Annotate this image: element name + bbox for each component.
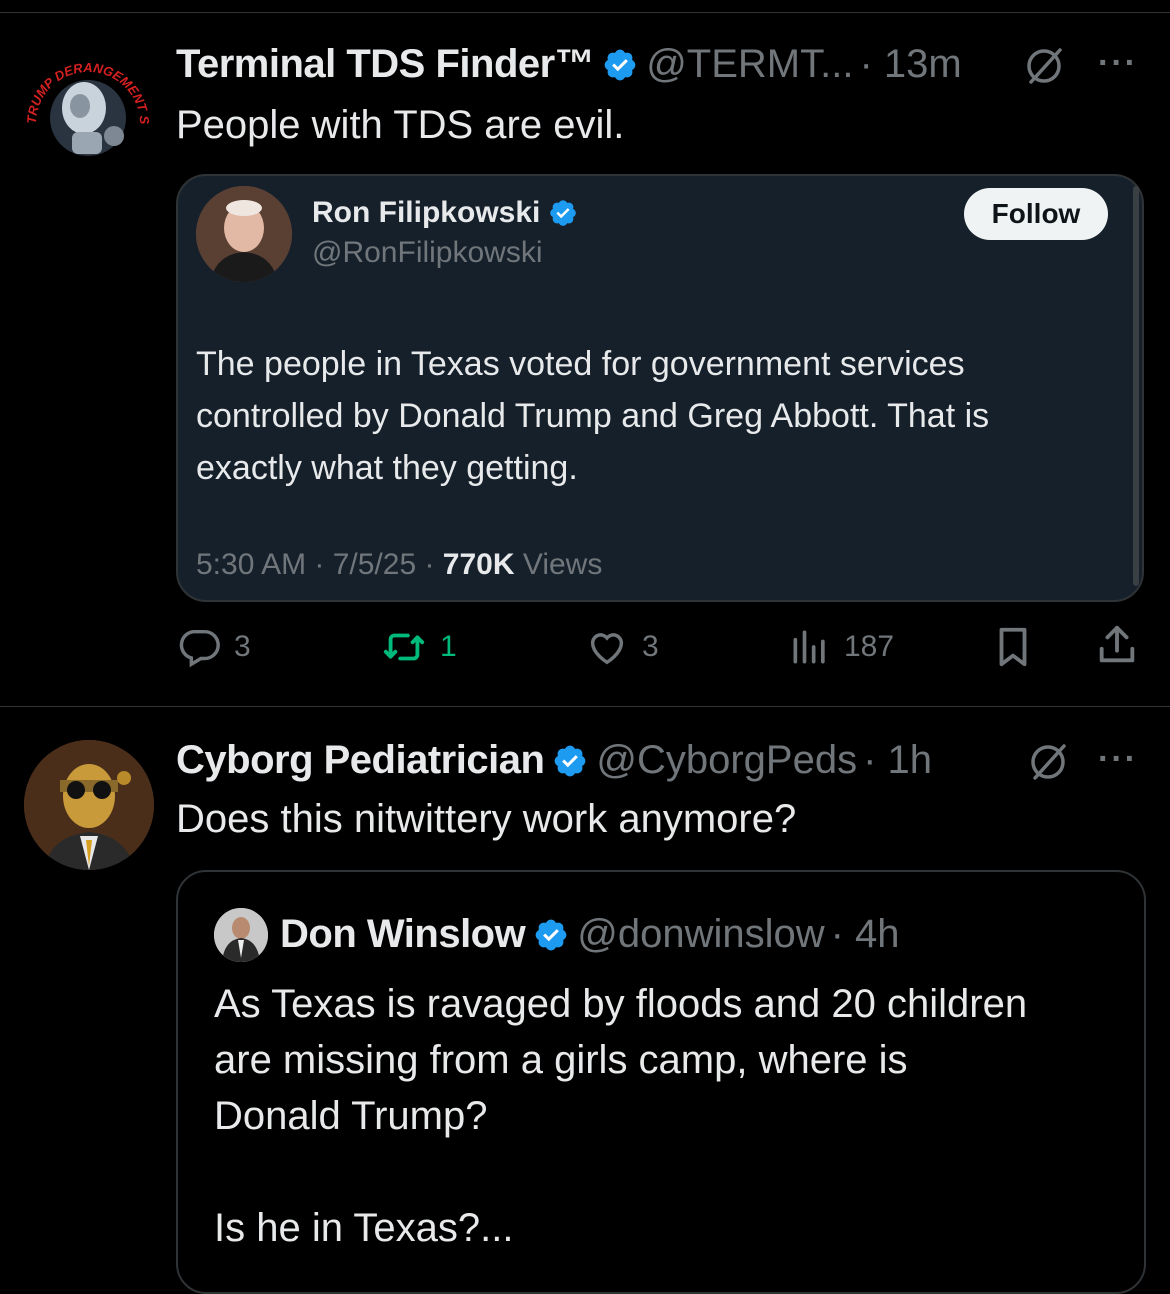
author-handle[interactable]: @TERMT... [646, 40, 853, 88]
quoted-text-more: Is he in Texas?... [214, 1206, 514, 1250]
quoted-author-handle[interactable]: @donwinslow [577, 910, 824, 958]
quoted-author-avatar[interactable] [196, 186, 292, 282]
quoted-author-row: Ron Filipkowski [312, 196, 578, 230]
views-count: 187 [844, 630, 895, 663]
quoted-author-avatar[interactable] [214, 908, 268, 962]
quoted-post-meta: 5:30 AM · 7/5/25 · 770K Views [196, 548, 602, 582]
post-divider [0, 706, 1170, 707]
repost-button[interactable]: 1 [380, 624, 457, 670]
quoted-text-line: As Texas is ravaged by floods and 20 chi… [214, 982, 1028, 1026]
post-header: Cyborg Pediatrician @CyborgPeds · 1h [176, 736, 932, 784]
author-avatar[interactable]: TRUMP DERANGEMENT SYNDROME [22, 46, 154, 178]
cyborg-avatar-image [24, 740, 154, 870]
quoted-views-count: 770K [442, 548, 515, 581]
more-icon[interactable]: ··· [1098, 44, 1138, 83]
quoted-author-name[interactable]: Ron Filipkowski [312, 196, 540, 230]
quoted-text-line: controlled by Donald Trump and Greg Abbo… [196, 397, 990, 435]
repost-icon [380, 624, 428, 670]
like-button[interactable]: 3 [584, 624, 659, 670]
verified-badge-icon [548, 198, 578, 228]
quoted-views-label: Views [514, 548, 603, 581]
tds-logo-image: TRUMP DERANGEMENT SYNDROME [22, 46, 152, 156]
scroll-edge [1133, 186, 1139, 586]
quoted-text-line: exactly what they getting. [196, 449, 578, 487]
follow-button[interactable]: Follow [964, 188, 1108, 240]
quoted-author-handle[interactable]: @RonFilipkowski [312, 236, 543, 270]
top-divider [0, 12, 1170, 13]
reply-count: 3 [234, 630, 251, 663]
like-icon [584, 624, 630, 670]
verified-badge-icon [533, 916, 569, 952]
post-text: People with TDS are evil. [176, 103, 625, 147]
share-icon[interactable] [1094, 622, 1140, 673]
quoted-post-text: As Texas is ravaged by floods and 20 chi… [214, 976, 1027, 1144]
quoted-author-name[interactable]: Don Winslow [280, 910, 526, 958]
author-name[interactable]: Cyborg Pediatrician [176, 736, 545, 784]
post-time[interactable]: · 1h [863, 736, 932, 784]
post-header: Terminal TDS Finder™ @TERMT... · 13m [176, 40, 962, 88]
author-name[interactable]: Terminal TDS Finder™ [176, 40, 595, 88]
views-button[interactable]: 187 [788, 624, 894, 670]
verified-badge-icon [602, 46, 638, 82]
author-handle[interactable]: @CyborgPeds [596, 736, 857, 784]
like-count: 3 [642, 630, 659, 663]
reply-icon [176, 624, 222, 670]
bookmark-icon[interactable] [990, 624, 1036, 675]
grok-icon[interactable] [1026, 740, 1070, 789]
quoted-timestamp[interactable]: 5:30 AM · 7/5/25 · [196, 548, 443, 581]
quoted-text-line: are missing from a girls camp, where is [214, 1038, 908, 1082]
quoted-author-row: Don Winslow @donwinslow · 4h [280, 910, 900, 958]
quoted-text-line: The people in Texas voted for government… [196, 345, 965, 383]
grok-icon[interactable] [1022, 44, 1066, 93]
quoted-author-photo [196, 186, 292, 282]
quoted-text-line: Donald Trump? [214, 1094, 488, 1138]
quoted-author-photo [214, 908, 268, 962]
verified-badge-icon [552, 742, 588, 778]
post-time[interactable]: · 13m [859, 40, 961, 88]
more-icon[interactable]: ··· [1098, 740, 1138, 779]
quoted-post-time[interactable]: · 4h [831, 910, 900, 958]
post-text: Does this nitwittery work anymore? [176, 797, 797, 841]
quoted-post-text: The people in Texas voted for government… [196, 338, 989, 494]
views-icon [788, 624, 832, 670]
author-avatar[interactable] [24, 740, 154, 870]
repost-count: 1 [440, 630, 457, 663]
reply-button[interactable]: 3 [176, 624, 251, 670]
